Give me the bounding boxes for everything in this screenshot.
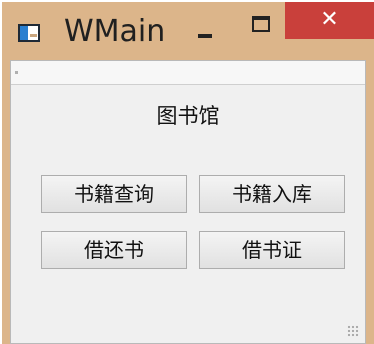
library-card-button[interactable]: 借书证: [199, 231, 345, 269]
client-area: 图书馆 书籍查询 书籍入库 借还书 借书证: [10, 60, 366, 344]
book-stock-in-button[interactable]: 书籍入库: [199, 175, 345, 213]
minimize-icon[interactable]: [198, 34, 212, 38]
main-window: WMain ✕ 图书馆 书籍查询 书籍入库 借还书 借书证: [2, 2, 374, 344]
book-search-button[interactable]: 书籍查询: [41, 175, 187, 213]
application-window-icon[interactable]: [18, 24, 40, 42]
toolbar-strip: [11, 61, 365, 85]
resize-grip-icon[interactable]: [347, 325, 359, 337]
close-icon: ✕: [320, 7, 339, 32]
borrow-return-button[interactable]: 借还书: [41, 231, 187, 269]
toolbar-grip-icon[interactable]: [15, 71, 18, 74]
title-bar[interactable]: WMain ✕: [2, 2, 374, 58]
window-title: WMain: [64, 14, 166, 49]
page-title: 图书馆: [156, 104, 220, 128]
maximize-icon[interactable]: [252, 16, 270, 32]
close-button[interactable]: ✕: [285, 2, 374, 39]
